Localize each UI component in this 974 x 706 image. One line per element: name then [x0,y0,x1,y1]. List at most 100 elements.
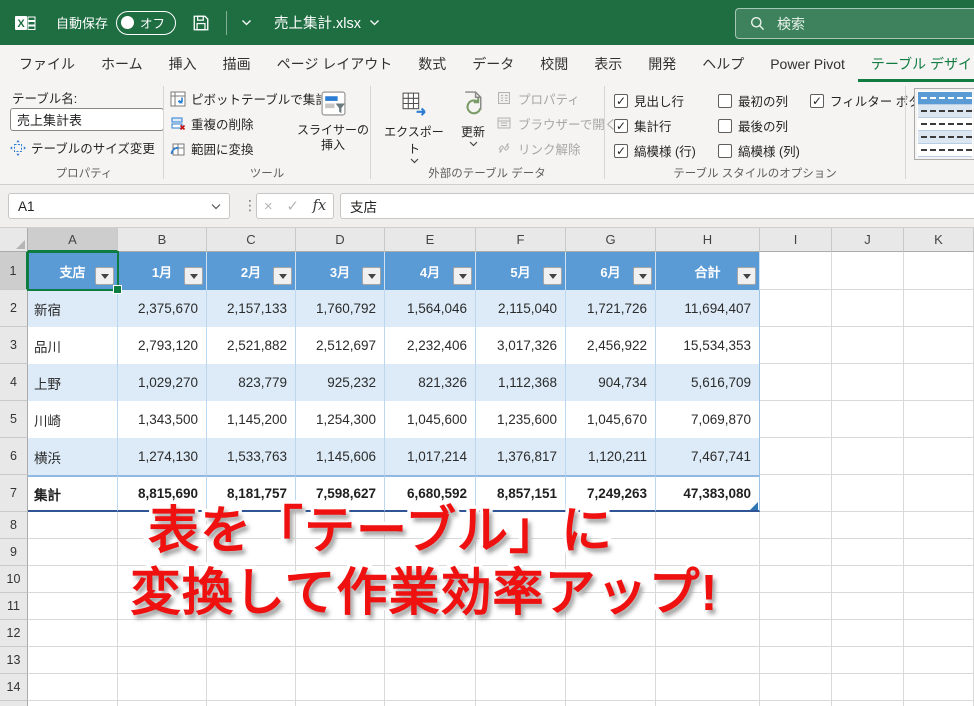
column-header[interactable]: J [832,228,904,252]
table-cell[interactable]: 1,254,300 [296,401,385,438]
empty-cell[interactable] [656,620,760,647]
enter-button[interactable]: ✓ [286,197,299,215]
column-header[interactable]: H [656,228,760,252]
empty-cell[interactable] [832,438,904,475]
row-header[interactable]: 8 [0,512,28,539]
empty-cell[interactable] [296,674,385,701]
ribbon-tab[interactable]: ホーム [88,45,156,82]
filter-button[interactable] [273,267,292,285]
filter-button[interactable] [95,267,114,285]
table-cell[interactable]: 上野 [28,364,118,401]
table-cell[interactable]: 2,232,406 [385,327,476,364]
formula-bar-grip-icon[interactable]: ⋮ [243,197,257,214]
empty-cell[interactable] [476,674,566,701]
ribbon-tab[interactable]: 表示 [581,45,635,82]
table-style-thumbnail[interactable] [914,88,974,160]
empty-cell[interactable] [656,701,760,706]
save-icon[interactable] [192,14,210,32]
empty-cell[interactable] [566,674,656,701]
table-cell[interactable]: 1,760,792 [296,290,385,327]
table-cell[interactable]: 1,112,368 [476,364,566,401]
table-cell[interactable]: 904,734 [566,364,656,401]
table-cell[interactable]: 新宿 [28,290,118,327]
table-cell[interactable]: 2,375,670 [118,290,207,327]
formula-input[interactable]: 支店 [340,193,974,219]
filter-button[interactable] [633,267,652,285]
table-header-cell[interactable]: 6月 [566,252,656,290]
empty-cell[interactable] [476,647,566,674]
ribbon-tab[interactable]: 描画 [210,45,264,82]
empty-cell[interactable] [296,620,385,647]
table-cell[interactable]: 5,616,709 [656,364,760,401]
row-header[interactable]: 12 [0,620,28,647]
empty-cell[interactable] [28,620,118,647]
empty-cell[interactable] [904,475,974,512]
filter-button[interactable] [453,267,472,285]
empty-cell[interactable] [385,647,476,674]
empty-cell[interactable] [566,647,656,674]
column-header[interactable]: D [296,228,385,252]
ribbon-tab[interactable]: Power Pivot [757,45,858,82]
row-header[interactable]: 9 [0,539,28,566]
empty-cell[interactable] [832,539,904,566]
empty-cell[interactable] [832,647,904,674]
empty-cell[interactable] [904,364,974,401]
empty-cell[interactable] [207,647,296,674]
empty-cell[interactable] [904,701,974,706]
row-header[interactable]: 2 [0,290,28,327]
empty-cell[interactable] [207,701,296,706]
table-resize-handle[interactable] [750,502,758,510]
resize-table-button[interactable]: テーブルのサイズ変更 [10,138,155,157]
empty-cell[interactable] [760,252,832,290]
empty-cell[interactable] [832,674,904,701]
empty-cell[interactable] [760,647,832,674]
search-input[interactable]: 検索 [735,8,974,39]
row-header[interactable]: 6 [0,438,28,475]
empty-cell[interactable] [118,674,207,701]
empty-cell[interactable] [476,701,566,706]
empty-cell[interactable] [760,290,832,327]
table-cell[interactable]: 1,120,211 [566,438,656,475]
empty-cell[interactable] [760,539,832,566]
empty-cell[interactable] [760,475,832,512]
style-option-checkbox[interactable]: ✓縞模様 (行) [614,141,718,160]
table-cell[interactable]: 823,779 [207,364,296,401]
empty-cell[interactable] [904,327,974,364]
empty-cell[interactable] [656,647,760,674]
ribbon-tab[interactable]: ヘルプ [689,45,757,82]
filter-button[interactable] [737,267,756,285]
ribbon-tab[interactable]: テーブル デザイン [858,45,974,82]
style-option-checkbox[interactable]: ✓見出し行 [614,91,718,110]
cancel-button[interactable]: × [264,198,273,215]
empty-cell[interactable] [118,620,207,647]
table-header-cell[interactable]: 3月 [296,252,385,290]
ribbon-tab[interactable]: 数式 [405,45,459,82]
ribbon-tab[interactable]: ファイル [6,45,88,82]
filter-button[interactable] [184,267,203,285]
empty-cell[interactable] [760,364,832,401]
autosave-toggle[interactable]: オフ [116,11,176,35]
table-header-cell[interactable]: 4月 [385,252,476,290]
empty-cell[interactable] [566,620,656,647]
empty-cell[interactable] [904,512,974,539]
table-header-cell[interactable]: 1月 [118,252,207,290]
insert-slicer-button[interactable]: スライサーの挿入 [298,84,368,153]
empty-cell[interactable] [832,593,904,620]
column-header[interactable]: K [904,228,974,252]
table-cell[interactable]: 3,017,326 [476,327,566,364]
column-header[interactable]: B [118,228,207,252]
table-cell[interactable]: 1,017,214 [385,438,476,475]
empty-cell[interactable] [904,252,974,290]
table-cell[interactable]: 1,045,600 [385,401,476,438]
empty-cell[interactable] [207,674,296,701]
row-header[interactable]: 10 [0,566,28,593]
table-cell[interactable]: 15,534,353 [656,327,760,364]
style-option-checkbox[interactable]: 最初の列 [718,91,810,110]
table-cell[interactable]: 1,376,817 [476,438,566,475]
filter-button[interactable] [362,267,381,285]
column-header[interactable]: E [385,228,476,252]
table-cell[interactable]: 1,274,130 [118,438,207,475]
empty-cell[interactable] [760,512,832,539]
empty-cell[interactable] [832,327,904,364]
quick-access-chevron-icon[interactable] [241,18,252,27]
